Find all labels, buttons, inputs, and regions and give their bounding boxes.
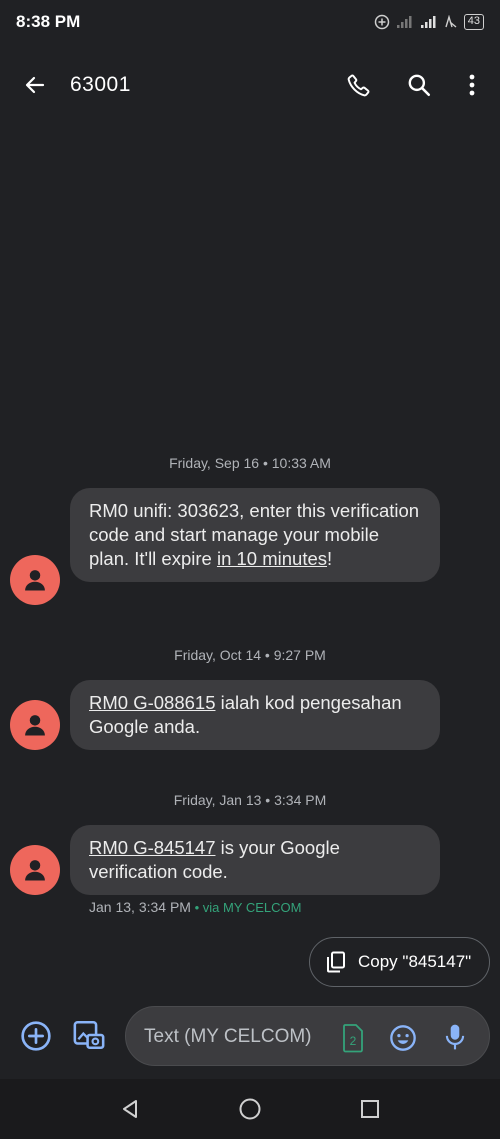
nav-recents-button[interactable] (355, 1094, 385, 1124)
system-navigation-bar (0, 1079, 500, 1139)
signal-icon (396, 16, 412, 28)
search-icon (408, 74, 431, 97)
person-icon (25, 715, 45, 736)
message-link[interactable]: in 10 minutes (217, 548, 327, 569)
add-circle-icon (21, 1021, 51, 1051)
signal-icon (420, 16, 436, 28)
message-link[interactable]: RM0 G-845147 (89, 837, 215, 858)
more-options-button[interactable] (452, 64, 492, 106)
nav-recents-icon (361, 1100, 379, 1118)
data-saver-icon (374, 14, 389, 30)
copy-code-button[interactable]: Copy "845147" (309, 937, 490, 987)
nav-back-icon (123, 1100, 137, 1118)
battery-icon: 43 (463, 14, 484, 30)
conversation-title: 63001 (70, 73, 131, 96)
message-time: Jan 13, 3:34 PM (89, 899, 191, 915)
back-button[interactable] (14, 64, 56, 106)
phone-icon (347, 74, 370, 97)
copy-icon (327, 951, 345, 973)
message-bubble[interactable]: RM0 G-845147 is your Google verification… (70, 825, 440, 895)
avatar[interactable] (10, 845, 60, 895)
sim-number: 2 (350, 1034, 357, 1048)
date-separator: Friday, Sep 16 • 10:33 AM (169, 455, 331, 471)
person-icon (25, 860, 45, 881)
status-icons: 43 (374, 14, 484, 30)
message-bubble[interactable]: RM0 G-088615 ialah kod pengesahan Google… (70, 680, 440, 750)
search-button[interactable] (398, 64, 440, 106)
add-attachment-button[interactable] (18, 1018, 54, 1054)
app-bar: 63001 (0, 56, 500, 114)
date-separator: Friday, Jan 13 • 3:34 PM (173, 792, 327, 808)
emoji-icon (390, 1025, 416, 1051)
more-vert-icon (469, 74, 475, 96)
nav-home-button[interactable] (235, 1094, 265, 1124)
message-input[interactable] (144, 1025, 329, 1049)
message-link[interactable]: RM0 G-088615 (89, 692, 215, 713)
compose-box[interactable]: 2 (125, 1006, 490, 1066)
message-bubble[interactable]: RM0 unifi: 303623, enter this verificati… (70, 488, 440, 582)
gallery-icon (73, 1020, 105, 1050)
sim-card-icon: 2 (343, 1024, 363, 1053)
volte-icon (445, 15, 457, 28)
voice-input-button[interactable] (440, 1021, 470, 1053)
nav-back-button[interactable] (115, 1094, 145, 1124)
message-timestamp: Jan 13, 3:34 PM • via MY CELCOM (89, 899, 301, 915)
status-bar: 8:38 PM 43 (0, 0, 500, 44)
status-time: 8:38 PM (16, 12, 81, 31)
sim-selector-button[interactable]: 2 (338, 1023, 364, 1053)
person-icon (25, 570, 45, 591)
message-via: • via MY CELCOM (190, 900, 302, 915)
mic-icon (445, 1024, 465, 1050)
avatar[interactable] (10, 700, 60, 750)
message-text: ! (327, 548, 333, 569)
call-button[interactable] (338, 64, 380, 106)
nav-home-icon (239, 1098, 261, 1120)
date-separator: Friday, Oct 14 • 9:27 PM (174, 647, 326, 663)
back-arrow-icon (25, 76, 45, 94)
gallery-button[interactable] (70, 1016, 108, 1054)
avatar[interactable] (10, 555, 60, 605)
emoji-button[interactable] (388, 1023, 418, 1053)
copy-code-label: Copy "845147" (358, 952, 472, 971)
